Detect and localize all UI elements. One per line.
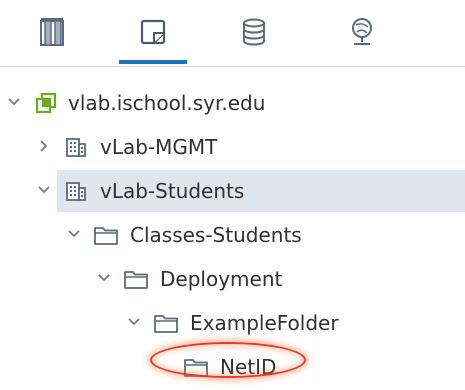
tree-node-vlab-students[interactable]: vLab-Students: [0, 168, 465, 214]
hosts-and-clusters-icon: [36, 16, 68, 48]
folder-icon: [122, 266, 150, 292]
vms-and-templates-icon: [137, 16, 169, 48]
tree-node-examplefolder[interactable]: ExampleFolder: [0, 300, 465, 346]
toolbar-divider: [0, 66, 465, 67]
tab-hosts-and-clusters[interactable]: [12, 0, 92, 64]
tab-vms-and-templates[interactable]: [113, 0, 193, 64]
navigator-toolbar: [0, 0, 465, 68]
tree-node-label: NetID: [220, 355, 277, 379]
tree-node-vcenter[interactable]: vlab.ischool.syr.edu: [0, 80, 465, 126]
tab-networking[interactable]: [322, 0, 402, 64]
datacenter-icon: [62, 178, 90, 204]
networking-icon: [346, 16, 378, 48]
chevron-down-icon[interactable]: [64, 224, 84, 244]
folder-icon: [152, 310, 180, 336]
tree-node-netid[interactable]: NetID: [0, 344, 465, 390]
folder-icon: [92, 222, 120, 248]
tree-node-label: vLab-Students: [100, 179, 245, 203]
storage-icon: [238, 16, 270, 48]
tree-node-label: vLab-MGMT: [100, 135, 218, 159]
tree-node-label: Classes-Students: [130, 223, 302, 247]
tree-node-classes-students[interactable]: Classes-Students: [0, 212, 465, 258]
chevron-down-icon[interactable]: [94, 268, 114, 288]
chevron-right-icon[interactable]: [34, 136, 54, 156]
datacenter-icon: [62, 134, 90, 160]
vcenter-icon: [32, 90, 60, 116]
tree-node-vlab-mgmt[interactable]: vLab-MGMT: [0, 124, 465, 170]
tree-node-label: Deployment: [160, 267, 283, 291]
tab-storage[interactable]: [214, 0, 294, 64]
chevron-down-icon[interactable]: [4, 92, 24, 112]
chevron-down-icon[interactable]: [34, 180, 54, 200]
tree-node-label: vlab.ischool.syr.edu: [68, 91, 266, 115]
chevron-down-icon[interactable]: [124, 312, 144, 332]
tree-node-deployment[interactable]: Deployment: [0, 256, 465, 302]
folder-icon: [182, 354, 210, 380]
active-tab-indicator: [119, 60, 187, 64]
tree-node-label: ExampleFolder: [190, 311, 339, 335]
